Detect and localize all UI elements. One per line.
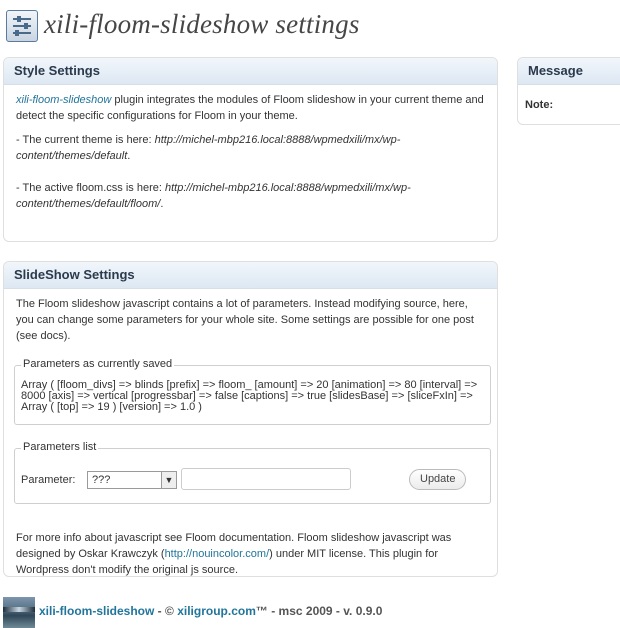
- slideshow-settings-box: SlideShow Settings The Floom slideshow j…: [3, 261, 498, 577]
- parameter-selected-value: ???: [92, 474, 111, 486]
- saved-parameters-text: Array ( [floom_divs] => blinds [prefix] …: [21, 379, 478, 413]
- message-title: Message: [518, 58, 620, 85]
- footer-separator: - ©: [154, 604, 178, 618]
- parameter-label: Parameter:: [21, 474, 76, 486]
- style-intro: xili-floom-slideshow plugin integrates t…: [16, 92, 485, 124]
- more-info: For more info about javascript see Floom…: [4, 522, 497, 576]
- message-box: Message Note:: [517, 57, 620, 125]
- css-path-suffix: .: [160, 198, 164, 210]
- css-path-line: - The active floom.css is here: http://m…: [16, 180, 485, 212]
- footer: xili-floom-slideshow - © xiligroup.com™ …: [39, 604, 382, 618]
- style-settings-title: Style Settings: [4, 58, 497, 85]
- settings-sliders-icon: [6, 10, 38, 42]
- update-button[interactable]: Update: [409, 469, 467, 490]
- theme-path-suffix: .: [127, 150, 131, 162]
- note-label: Note:: [525, 99, 554, 111]
- slideshow-intro: The Floom slideshow javascript contains …: [16, 298, 474, 342]
- parameters-list-legend: Parameters list: [21, 441, 99, 453]
- page-title: xili-floom-slideshow settings: [44, 9, 360, 39]
- footer-plugin-link[interactable]: xili-floom-slideshow: [39, 604, 154, 618]
- nouincolor-link[interactable]: http://nouincolor.com/: [165, 548, 270, 560]
- saved-parameters-fieldset: Parameters as currently saved Array ( [f…: [14, 358, 491, 425]
- style-settings-box: Style Settings xili-floom-slideshow plug…: [3, 57, 498, 242]
- saved-parameters-legend: Parameters as currently saved: [21, 358, 175, 370]
- plugin-link[interactable]: xili-floom-slideshow: [16, 94, 111, 106]
- slideshow-settings-title: SlideShow Settings: [4, 262, 497, 289]
- footer-trail: ™ - msc 2009 - v. 0.9.0: [255, 604, 383, 618]
- theme-path-line: - The current theme is here: http://mich…: [16, 132, 485, 164]
- theme-path-prefix: - The current theme is here:: [16, 134, 155, 146]
- footer-company-link[interactable]: xiligroup.com: [177, 604, 256, 618]
- css-path-prefix: - The active floom.css is here:: [16, 182, 165, 194]
- parameter-select[interactable]: ??? ▼: [87, 471, 177, 489]
- xiligroup-logo: [3, 597, 35, 628]
- parameters-list-fieldset: Parameters list Parameter: ??? ▼ Update: [14, 441, 491, 504]
- parameter-value-input[interactable]: [181, 468, 351, 490]
- chevron-down-icon: ▼: [161, 472, 176, 488]
